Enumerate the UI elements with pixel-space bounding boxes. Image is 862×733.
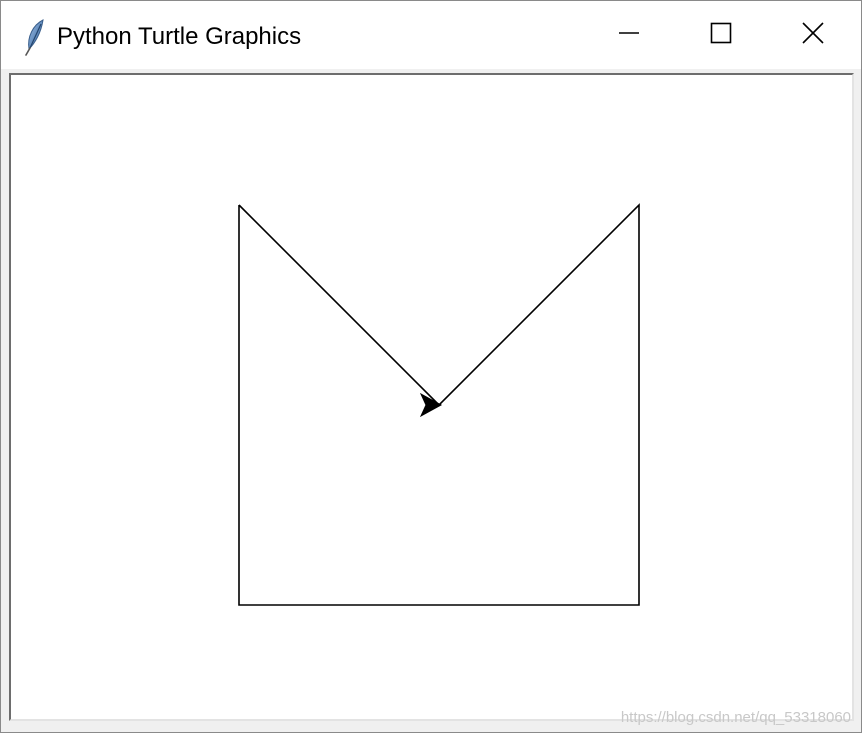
minimize-icon [618, 22, 640, 49]
window-title: Python Turtle Graphics [57, 23, 302, 50]
feather-icon [21, 17, 49, 57]
turtle-drawing [238, 203, 640, 606]
minimize-button[interactable] [583, 1, 675, 69]
app-window: Python Turtle Graphics https://blog.csdn… [0, 0, 862, 733]
maximize-icon [710, 22, 732, 49]
title-bar[interactable]: Python Turtle Graphics [1, 1, 861, 69]
maximize-button[interactable] [675, 1, 767, 69]
watermark: https://blog.csdn.net/qq_53318060 [620, 709, 851, 726]
close-icon [801, 21, 825, 50]
close-button[interactable] [767, 1, 859, 69]
turtle-canvas[interactable] [9, 73, 854, 721]
